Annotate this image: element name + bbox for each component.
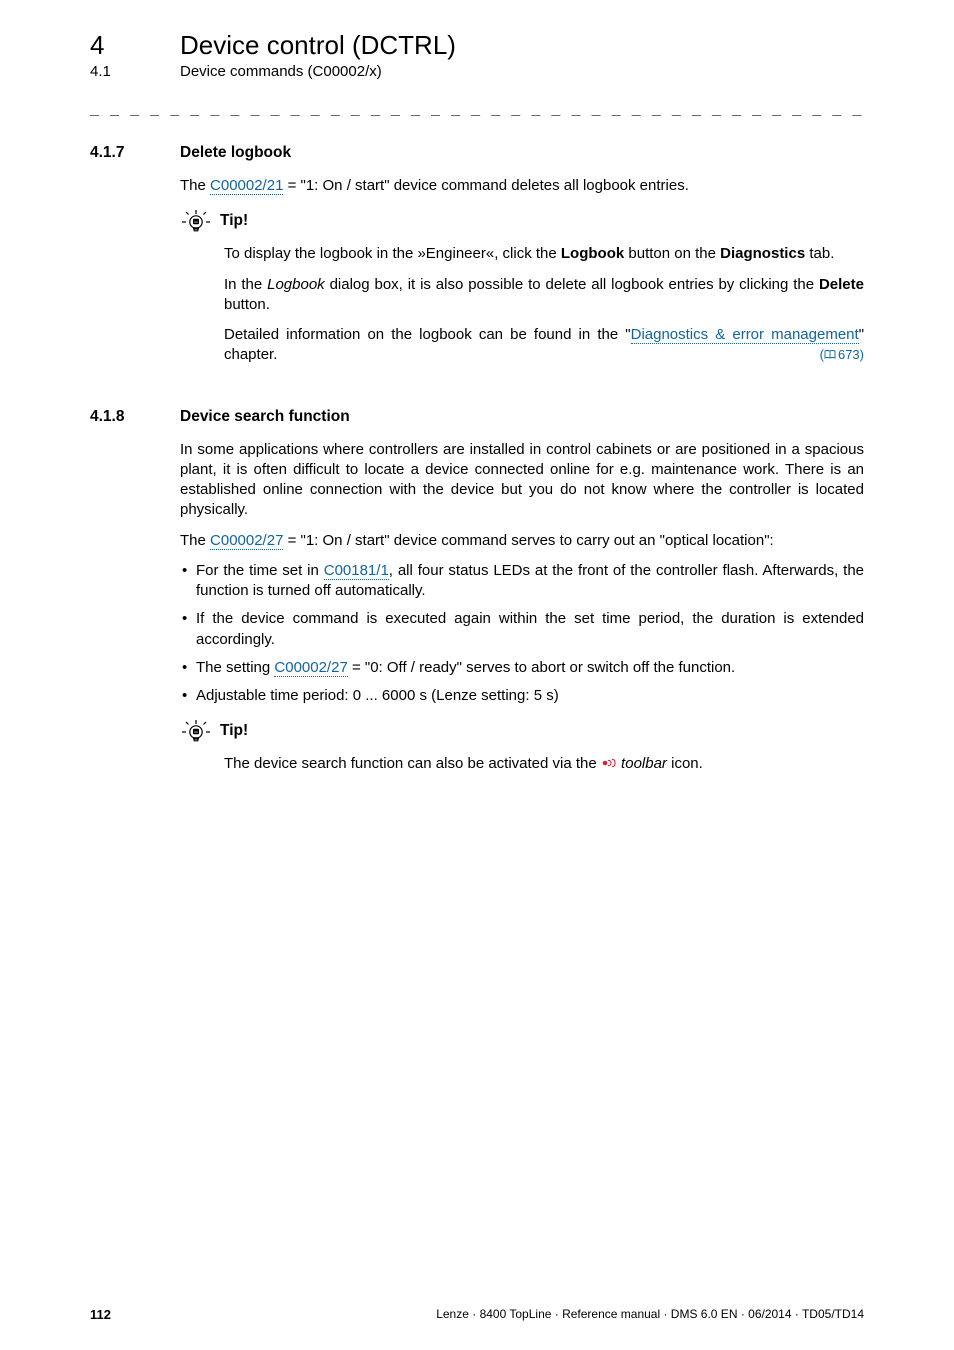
page-footer: 112 Lenze · 8400 TopLine · Reference man… bbox=[0, 1307, 954, 1322]
lightbulb-icon bbox=[180, 716, 212, 746]
s418-tip-p1: The device search function can also be a… bbox=[224, 754, 864, 774]
link-diagnostics-chapter[interactable]: Diagnostics & error management bbox=[631, 326, 859, 344]
s417-tip-p3: Detailed information on the logbook can … bbox=[224, 325, 864, 366]
s418-bullet-list: For the time set in C00181/1, all four s… bbox=[180, 561, 864, 707]
tip-label-417: Tip! bbox=[220, 211, 248, 232]
book-icon bbox=[824, 350, 836, 360]
subsection-417-heading: 4.1.7 Delete logbook bbox=[90, 144, 864, 162]
tip-body-417: To display the logbook in the »Engineer«… bbox=[224, 244, 864, 365]
link-c00002-27-b[interactable]: C00002/27 bbox=[274, 659, 347, 677]
subsection-417-number: 4.1.7 bbox=[90, 144, 180, 162]
tip-body-418: The device search function can also be a… bbox=[224, 754, 864, 774]
link-c00181-1[interactable]: C00181/1 bbox=[324, 562, 389, 580]
section-number: 4.1 bbox=[90, 63, 180, 80]
s417-paragraph-1: The C00002/21 = "1: On / start" device c… bbox=[180, 176, 864, 196]
page-ref-673[interactable]: (673) bbox=[820, 347, 864, 362]
page-number: 112 bbox=[90, 1307, 111, 1322]
chapter-number: 4 bbox=[90, 30, 180, 61]
s418-li-1: For the time set in C00181/1, all four s… bbox=[180, 561, 864, 602]
section-title: Device commands (C00002/x) bbox=[180, 63, 382, 80]
subsection-418-number: 4.1.8 bbox=[90, 408, 180, 426]
tip-header-418: Tip! bbox=[180, 716, 864, 746]
chapter-title: Device control (DCTRL) bbox=[180, 30, 456, 61]
subsection-417-title: Delete logbook bbox=[180, 144, 291, 162]
subsection-418-body: In some applications where controllers a… bbox=[180, 440, 864, 775]
tip-label-418: Tip! bbox=[220, 721, 248, 742]
footer-doc-info: Lenze · 8400 TopLine · Reference manual … bbox=[436, 1307, 864, 1322]
s418-paragraph-1: In some applications where controllers a… bbox=[180, 440, 864, 521]
chapter-heading: 4 Device control (DCTRL) bbox=[90, 30, 864, 61]
tip-header-417: Tip! bbox=[180, 206, 864, 236]
link-c00002-21[interactable]: C00002/21 bbox=[210, 177, 283, 195]
link-c00002-27-a[interactable]: C00002/27 bbox=[210, 532, 283, 550]
subsection-418-heading: 4.1.8 Device search function bbox=[90, 408, 864, 426]
lightbulb-icon bbox=[180, 206, 212, 236]
s418-li-2: If the device command is executed again … bbox=[180, 609, 864, 650]
s417-tip-p2: In the Logbook dialog box, it is also po… bbox=[224, 275, 864, 316]
s418-paragraph-2: The C00002/27 = "1: On / start" device c… bbox=[180, 531, 864, 551]
subsection-417-body: The C00002/21 = "1: On / start" device c… bbox=[180, 176, 864, 366]
subsection-418-title: Device search function bbox=[180, 408, 350, 426]
s417-tip-p1: To display the logbook in the »Engineer«… bbox=[224, 244, 864, 264]
toolbar-search-icon bbox=[601, 756, 617, 770]
divider-dashes: _ _ _ _ _ _ _ _ _ _ _ _ _ _ _ _ _ _ _ _ … bbox=[90, 98, 864, 116]
s418-li-4: Adjustable time period: 0 ... 6000 s (Le… bbox=[180, 686, 864, 706]
section-heading: 4.1 Device commands (C00002/x) bbox=[90, 63, 864, 80]
s418-li-3: The setting C00002/27 = "0: Off / ready"… bbox=[180, 658, 864, 678]
